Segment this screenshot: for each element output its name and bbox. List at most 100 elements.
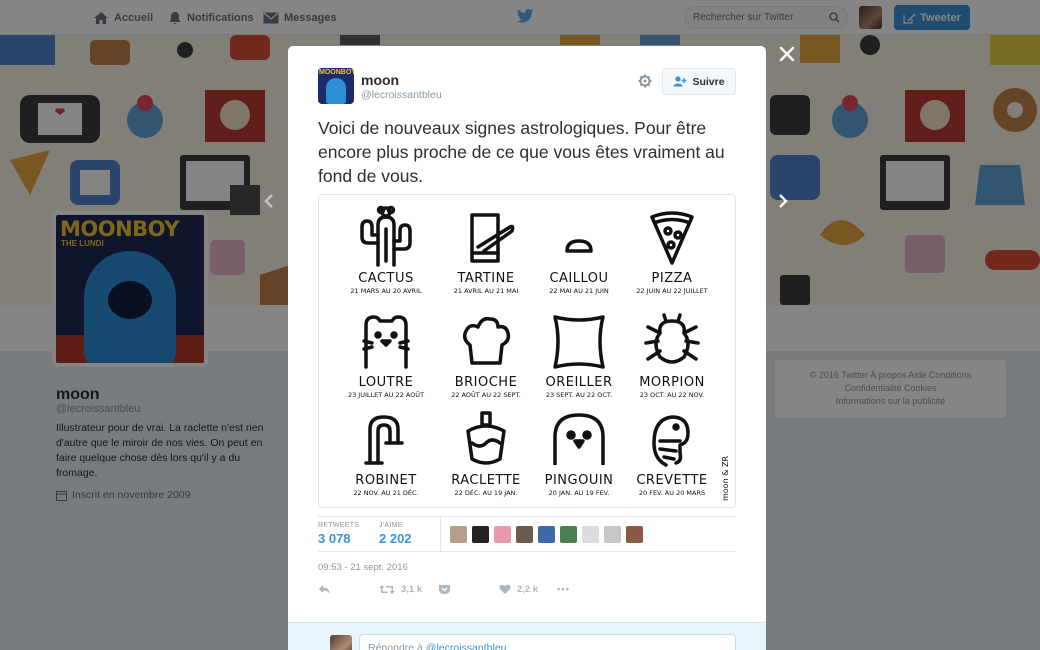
like-count: 2,2 k <box>517 584 539 595</box>
retweet-action[interactable]: 3,1 k <box>379 584 422 595</box>
pocket-icon <box>439 585 450 594</box>
sign-dates: 22 DÉC. AU 19 JAN. <box>454 489 518 497</box>
reply-area: Répondre à @lecroissantbleu <box>288 622 766 650</box>
tweet-actions: 3,1 k 2,2 k ••• <box>318 584 736 600</box>
tweet-author-name[interactable]: moon <box>361 72 399 88</box>
save-to-pocket-action[interactable] <box>438 584 457 595</box>
reply-input[interactable]: Répondre à @lecroissantbleu <box>359 634 736 650</box>
raclette-icon <box>466 411 506 465</box>
sign-dates: 22 NOV. AU 21 DÉC. <box>353 489 419 497</box>
liker-avatar[interactable] <box>516 526 533 543</box>
gear-icon[interactable] <box>638 74 652 88</box>
sign-cactus: CACTUS 21 MARS AU 20 AVRIL <box>336 205 436 295</box>
likers-avatars <box>450 526 648 543</box>
sign-raclette: RACLETTE 22 DÉC. AU 19 JAN. <box>436 409 536 497</box>
sign-tartine: TARTINE 21 AVRIL AU 21 MAI <box>436 205 536 295</box>
stats-divider <box>440 517 441 552</box>
tweet-modal: MOONBOY moon @lecroissantbleu Suivre Voi… <box>288 46 766 650</box>
sign-oreiller: OREILLER 23 SEPT. AU 22 OCT. <box>529 309 629 399</box>
sign-name: BRIOCHE <box>454 375 518 390</box>
artist-signature: moon & ZR <box>721 456 730 501</box>
brioche-icon <box>462 316 511 365</box>
sign-dates: 20 FEV. AU 20 MARS <box>638 489 706 497</box>
tweet-author-avatar-figure <box>326 78 346 104</box>
tweet-text: Voici de nouveaux signes astrologiques. … <box>318 118 725 186</box>
liker-avatar[interactable] <box>560 526 577 543</box>
tweet-author-avatar[interactable]: MOONBOY <box>318 68 354 104</box>
reply-prefix: Répondre à <box>368 642 426 650</box>
sign-name: MORPION <box>639 375 705 390</box>
sign-morpion: MORPION 23 OCT. AU 22 NOV. <box>622 309 722 399</box>
sign-loutre: LOUTRE 23 JUILLET AU 22 AOÛT <box>336 309 436 399</box>
sign-name: PIZZA <box>651 271 693 286</box>
loutre-icon <box>362 315 410 369</box>
cactus-icon <box>360 205 412 267</box>
sign-dates: 23 OCT. AU 22 NOV. <box>639 391 705 399</box>
sign-dates: 21 AVRIL AU 21 MAI <box>453 287 519 295</box>
likes-value: 2 202 <box>379 531 412 546</box>
reply-icon <box>319 585 330 594</box>
oreiller-icon <box>553 315 605 369</box>
tweet-author-avatar-title: MOONBOY <box>319 69 354 76</box>
pizza-icon <box>650 211 694 265</box>
next-arrow-icon[interactable] <box>777 193 789 209</box>
tweet-timestamp[interactable]: 09:53 - 21 sept. 2016 <box>318 562 408 573</box>
retweet-count: 3,1 k <box>401 584 423 595</box>
tartine-icon <box>470 213 515 263</box>
liker-avatar[interactable] <box>626 526 643 543</box>
sign-crevette: CREVETTE 20 FEV. AU 20 MARS <box>622 409 722 497</box>
sign-name: PINGOUIN <box>544 473 614 488</box>
sign-name: CREVETTE <box>636 473 708 488</box>
sign-dates: 21 MARS AU 20 AVRIL <box>350 287 422 295</box>
sign-dates: 22 JUIN AU 22 JUILLET <box>636 287 708 295</box>
sign-name: TARTINE <box>457 271 515 286</box>
sign-dates: 22 AOÛT AU 22 SEPT. <box>451 391 521 399</box>
pingouin-icon <box>553 413 605 465</box>
morpion-icon <box>644 313 700 364</box>
likes-stat[interactable]: J'AIME 2 202 <box>379 522 412 546</box>
sign-robinet: ROBINET 22 NOV. AU 21 DÉC. <box>336 409 436 497</box>
reply-action[interactable] <box>318 584 337 595</box>
like-action[interactable]: 2,2 k <box>499 584 538 595</box>
sign-dates: 22 MAI AU 21 JUIN <box>549 287 609 295</box>
sign-dates: 20 JAN. AU 19 FEV. <box>548 489 610 497</box>
reply-handle: @lecroissantbleu <box>425 642 507 650</box>
retweet-icon <box>379 585 395 594</box>
close-icon[interactable] <box>778 45 796 63</box>
tweet-stats: RETWEETS 3 078 J'AIME 2 202 <box>318 516 736 552</box>
tweet-media[interactable]: CACTUS 21 MARS AU 20 AVRIL TARTINE 21 AV… <box>318 194 736 508</box>
sign-name: CACTUS <box>358 271 414 286</box>
heart-icon <box>499 584 511 594</box>
more-action[interactable]: ••• <box>557 584 570 595</box>
signature-text: moon & ZR <box>721 456 730 501</box>
retweets-label: RETWEETS <box>318 522 360 529</box>
retweets-stat[interactable]: RETWEETS 3 078 <box>318 522 359 546</box>
sign-name: RACLETTE <box>451 473 521 488</box>
follow-button[interactable]: Suivre <box>662 68 736 95</box>
liker-avatar[interactable] <box>494 526 511 543</box>
likes-label: J'AIME <box>379 522 403 529</box>
liker-avatar[interactable] <box>472 526 489 543</box>
sign-pizza: PIZZA 22 JUIN AU 22 JUILLET <box>622 205 722 295</box>
retweets-value: 3 078 <box>318 531 351 546</box>
sign-dates: 23 SEPT. AU 22 OCT. <box>545 391 613 399</box>
follow-button-label: Suivre <box>692 75 725 88</box>
sign-name: LOUTRE <box>358 375 414 390</box>
liker-avatar[interactable] <box>538 526 555 543</box>
liker-avatar[interactable] <box>450 526 467 543</box>
sign-name: OREILLER <box>545 375 613 390</box>
more-icon: ••• <box>557 584 570 595</box>
sign-pingouin: PINGOUIN 20 JAN. AU 19 FEV. <box>529 409 629 497</box>
sign-dates: 23 JUILLET AU 22 AOÛT <box>347 391 425 399</box>
reply-user-avatar <box>330 635 352 650</box>
liker-avatar[interactable] <box>582 526 599 543</box>
sign-brioche: BRIOCHE 22 AOÛT AU 22 SEPT. <box>436 309 536 399</box>
sign-name: CAILLOU <box>549 271 609 286</box>
tweet-author-handle[interactable]: @lecroissantbleu <box>361 89 442 101</box>
follow-user-icon <box>673 76 687 87</box>
sign-name: ROBINET <box>355 473 417 488</box>
caillou-icon <box>565 239 593 253</box>
crevette-icon <box>652 415 690 467</box>
previous-arrow-icon[interactable] <box>263 193 275 209</box>
liker-avatar[interactable] <box>604 526 621 543</box>
